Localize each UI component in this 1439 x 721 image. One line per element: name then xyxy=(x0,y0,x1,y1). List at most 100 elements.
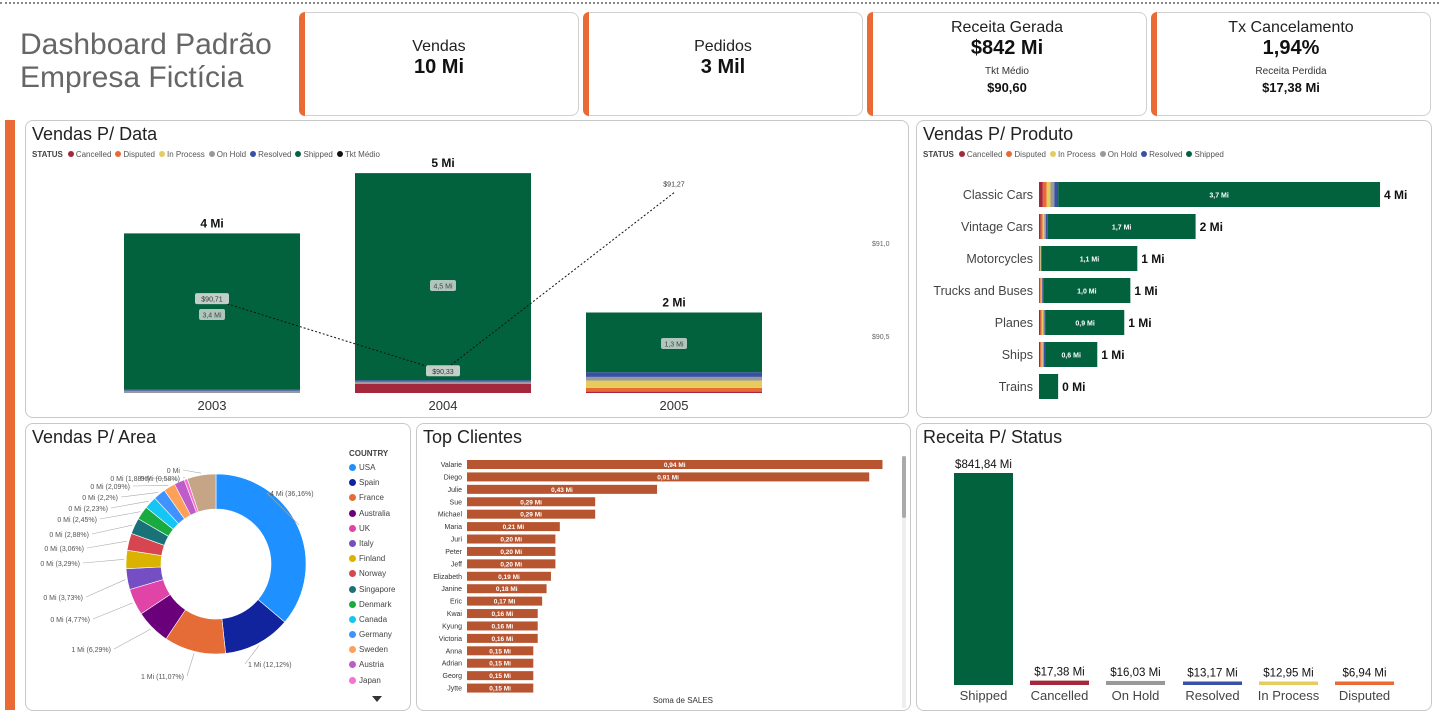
slice-leader-line xyxy=(132,485,169,487)
slice-label: 0 Mi (2,45%) xyxy=(57,517,97,524)
legend-label: Canada xyxy=(359,614,388,624)
legend-scroll-down-icon[interactable] xyxy=(372,696,382,702)
shipped-data-label: 4,5 Mi xyxy=(433,284,453,291)
slice-label: 0 Mi (4,77%) xyxy=(50,617,90,624)
legend-item-sweden[interactable]: Sweden xyxy=(349,642,395,657)
bar-total-label: 5 Mi xyxy=(431,156,454,170)
bar-segment-other xyxy=(1039,278,1041,303)
scrollbar-thumb[interactable] xyxy=(902,456,906,518)
legend-item-italy[interactable]: Italy xyxy=(349,536,395,551)
bar-disputed xyxy=(1335,681,1394,685)
bar-segment-other xyxy=(1040,278,1042,303)
x-tick-label: On Hold xyxy=(1112,688,1160,703)
vendas-produto-chart[interactable]: Classic Cars 3,7 Mi 4 Mi Vintage Cars 1,7 Mi… xyxy=(917,121,1432,418)
legend-item-denmark[interactable]: Denmark xyxy=(349,597,395,612)
customer-data-label: 0,15 Mi xyxy=(489,648,511,655)
scrollbar-track[interactable] xyxy=(902,456,906,708)
slice-leader-line xyxy=(86,540,127,549)
legend-item-germany[interactable]: Germany xyxy=(349,627,395,642)
kpi-card-cancelamento[interactable]: Tx Cancelamento 1,94% Receita Perdida $1… xyxy=(1151,12,1431,116)
left-accent-bar xyxy=(5,120,15,710)
tkt-medio-label: $90,71 xyxy=(201,297,223,304)
legend-swatch xyxy=(349,661,356,669)
legend-item-uk[interactable]: UK xyxy=(349,521,395,536)
kpi-card-vendas[interactable]: Vendas 10 Mi xyxy=(299,12,579,116)
legend-item-norway[interactable]: Norway xyxy=(349,566,395,581)
kpi-accent-bar xyxy=(583,12,589,116)
bar-segment-shipped-2004 xyxy=(355,173,531,381)
legend-item-finland[interactable]: Finland xyxy=(349,551,395,566)
country-legend[interactable]: COUNTRY USA Spain France Australia UK Italy Fi… xyxy=(349,449,395,688)
legend-item-singapore[interactable]: Singapore xyxy=(349,582,395,597)
slice-label: 0 Mi (3,29%) xyxy=(40,561,80,568)
slice-leader-line xyxy=(120,492,159,498)
bar-segment-other xyxy=(1044,214,1046,239)
customer-label: Kwai xyxy=(447,611,463,618)
legend-swatch xyxy=(349,555,356,563)
panel-vendas-area[interactable]: Vendas P/ Area 4 Mi (36,16%) 1 Mi (12,12%… xyxy=(25,423,411,711)
legend-item-spain[interactable]: Spain xyxy=(349,475,395,490)
customer-data-label: 0,15 Mi xyxy=(489,673,511,680)
legend-item-japan[interactable]: Japan xyxy=(349,673,395,688)
x-tick-label: Cancelled xyxy=(1031,688,1089,703)
panel-receita-status[interactable]: Receita P/ Status $841,84 Mi Shipped $17,3… xyxy=(916,423,1432,711)
legend-item-france[interactable]: France xyxy=(349,490,395,505)
bar-value-label: $841,84 Mi xyxy=(955,459,1012,471)
panel-vendas-produto[interactable]: Vendas P/ Produto STATUS Cancelled Dispute… xyxy=(916,120,1432,418)
slice-label: 0 Mi xyxy=(167,468,181,475)
kpi-value: $842 Mi xyxy=(970,37,1044,59)
bar-segment-other xyxy=(1039,278,1040,303)
kpi-card-pedidos[interactable]: Pedidos 3 Mil xyxy=(583,12,863,116)
legend-item-usa[interactable]: USA xyxy=(349,460,395,475)
customer-data-label: 0,16 Mi xyxy=(492,623,514,630)
category-label: Planes xyxy=(995,316,1033,330)
customer-data-label: 0,94 Mi xyxy=(664,462,686,469)
customer-label: Julie xyxy=(448,487,463,494)
top-clientes-chart[interactable]: Valarie 0,94 Mi Diego 0,91 Mi Julie 0,43 Mi Su… xyxy=(417,424,911,711)
customer-label: Elizabeth xyxy=(433,574,462,581)
legend-swatch xyxy=(349,464,356,471)
panel-top-clientes[interactable]: Top Clientes Valarie 0,94 Mi Diego 0,91 Mi J… xyxy=(416,423,911,711)
legend-swatch xyxy=(349,615,356,623)
bar-value-label: $12,95 Mi xyxy=(1263,668,1314,680)
legend-swatch xyxy=(349,600,356,608)
x-tick-label: Shipped xyxy=(960,688,1008,703)
kpi-sub-value: $90,60 xyxy=(987,80,1027,95)
legend-swatch xyxy=(349,570,356,578)
customer-data-label: 0,19 Mi xyxy=(498,574,520,581)
legend-label: Finland xyxy=(359,554,386,564)
receita-status-chart[interactable]: $841,84 Mi Shipped $17,38 Mi Cancelled $16,0… xyxy=(917,424,1432,711)
bar-segment-other xyxy=(1042,214,1045,239)
y2-tick-label: $90,5 xyxy=(872,334,890,341)
customer-label: Juri xyxy=(451,537,463,544)
bar-segment-other xyxy=(1040,310,1042,335)
legend-label: UK xyxy=(359,523,371,533)
bar-value-label: $6,94 Mi xyxy=(1342,668,1386,680)
bar-segment-on-hold-2004 xyxy=(355,381,531,384)
bar-segment-other xyxy=(1050,182,1055,207)
slice-label: 0 Mi (0,58%) xyxy=(140,476,180,483)
slice-leader-line xyxy=(186,653,195,677)
legend-item-austria[interactable]: Austria xyxy=(349,657,395,672)
legend-item-canada[interactable]: Canada xyxy=(349,612,395,627)
bar-total-label: 2 Mi xyxy=(1200,220,1223,234)
legend-label: Denmark xyxy=(359,599,392,609)
kpi-value: 3 Mil xyxy=(700,56,746,78)
top-dotted-border xyxy=(0,2,1439,4)
bar-total-label: 0 Mi xyxy=(1062,380,1085,394)
category-label: Motorcycles xyxy=(966,252,1033,266)
legend-item-australia[interactable]: Australia xyxy=(349,506,395,521)
kpi-card-receita[interactable]: Receita Gerada $842 Mi Tkt Médio $90,60 xyxy=(867,12,1147,116)
vendas-data-chart[interactable]: 4 Mi 2003 3,4 Mi 5 Mi 2004 4,5 Mi 2 Mi 2005 1,3 … xyxy=(26,121,909,418)
legend-swatch xyxy=(349,539,356,547)
customer-data-label: 0,29 Mi xyxy=(520,512,542,519)
bar-segment-other xyxy=(1040,246,1041,271)
customer-data-label: 0,15 Mi xyxy=(489,661,511,668)
bar-segment-other xyxy=(1043,342,1046,367)
shipped-data-label: 1,3 Mi xyxy=(664,342,684,349)
panel-vendas-data[interactable]: Vendas P/ Data STATUS Cancelled Disputed In… xyxy=(25,120,909,418)
customer-data-label: 0,91 Mi xyxy=(657,474,679,481)
shipped-data-label: 3,4 Mi xyxy=(202,313,222,320)
bar-total-label: 1 Mi xyxy=(1141,252,1164,266)
slice-leader-line xyxy=(110,500,149,509)
